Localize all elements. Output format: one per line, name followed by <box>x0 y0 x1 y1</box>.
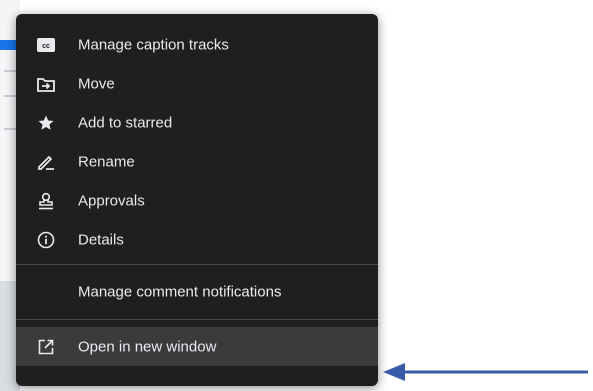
menu-item-rename[interactable]: Rename <box>16 142 378 181</box>
menu-item-label: Open in new window <box>78 338 217 355</box>
menu-item-label: Approvals <box>78 192 145 209</box>
background-line <box>4 128 16 130</box>
info-icon <box>37 231 55 249</box>
menu-item-label: Manage caption tracks <box>78 36 229 53</box>
menu-item-add-to-starred[interactable]: Add to starred <box>16 103 378 142</box>
menu-section-actions: cc Manage caption tracks Move Add to sta… <box>16 14 378 264</box>
menu-item-manage-caption-tracks[interactable]: cc Manage caption tracks <box>16 25 378 64</box>
move-folder-icon <box>37 75 55 93</box>
background-line <box>4 70 16 72</box>
menu-section-notifications: Manage comment notifications <box>16 265 378 319</box>
screenshot-stage: cc Manage caption tracks Move Add to sta… <box>0 0 593 391</box>
star-icon <box>37 114 55 132</box>
menu-item-label: Manage comment notifications <box>78 283 282 301</box>
context-menu: cc Manage caption tracks Move Add to sta… <box>16 14 378 386</box>
menu-item-details[interactable]: Details <box>16 220 378 259</box>
menu-item-manage-comment-notifications[interactable]: Manage comment notifications <box>16 265 378 319</box>
open-in-new-icon <box>37 338 55 356</box>
pencil-icon <box>37 153 55 171</box>
menu-item-label: Add to starred <box>78 114 173 131</box>
background-line <box>4 95 16 97</box>
menu-item-move[interactable]: Move <box>16 64 378 103</box>
menu-item-label: Move <box>78 75 115 92</box>
svg-text:cc: cc <box>42 43 50 50</box>
stamp-icon <box>37 192 55 210</box>
menu-item-open-in-new-window[interactable]: Open in new window <box>16 327 378 366</box>
arrow-left-icon <box>383 363 588 381</box>
menu-item-label: Details <box>78 231 124 248</box>
closed-caption-icon: cc <box>37 36 55 54</box>
menu-section-window: Open in new window <box>16 320 378 382</box>
menu-item-label: Rename <box>78 153 135 170</box>
menu-item-approvals[interactable]: Approvals <box>16 181 378 220</box>
